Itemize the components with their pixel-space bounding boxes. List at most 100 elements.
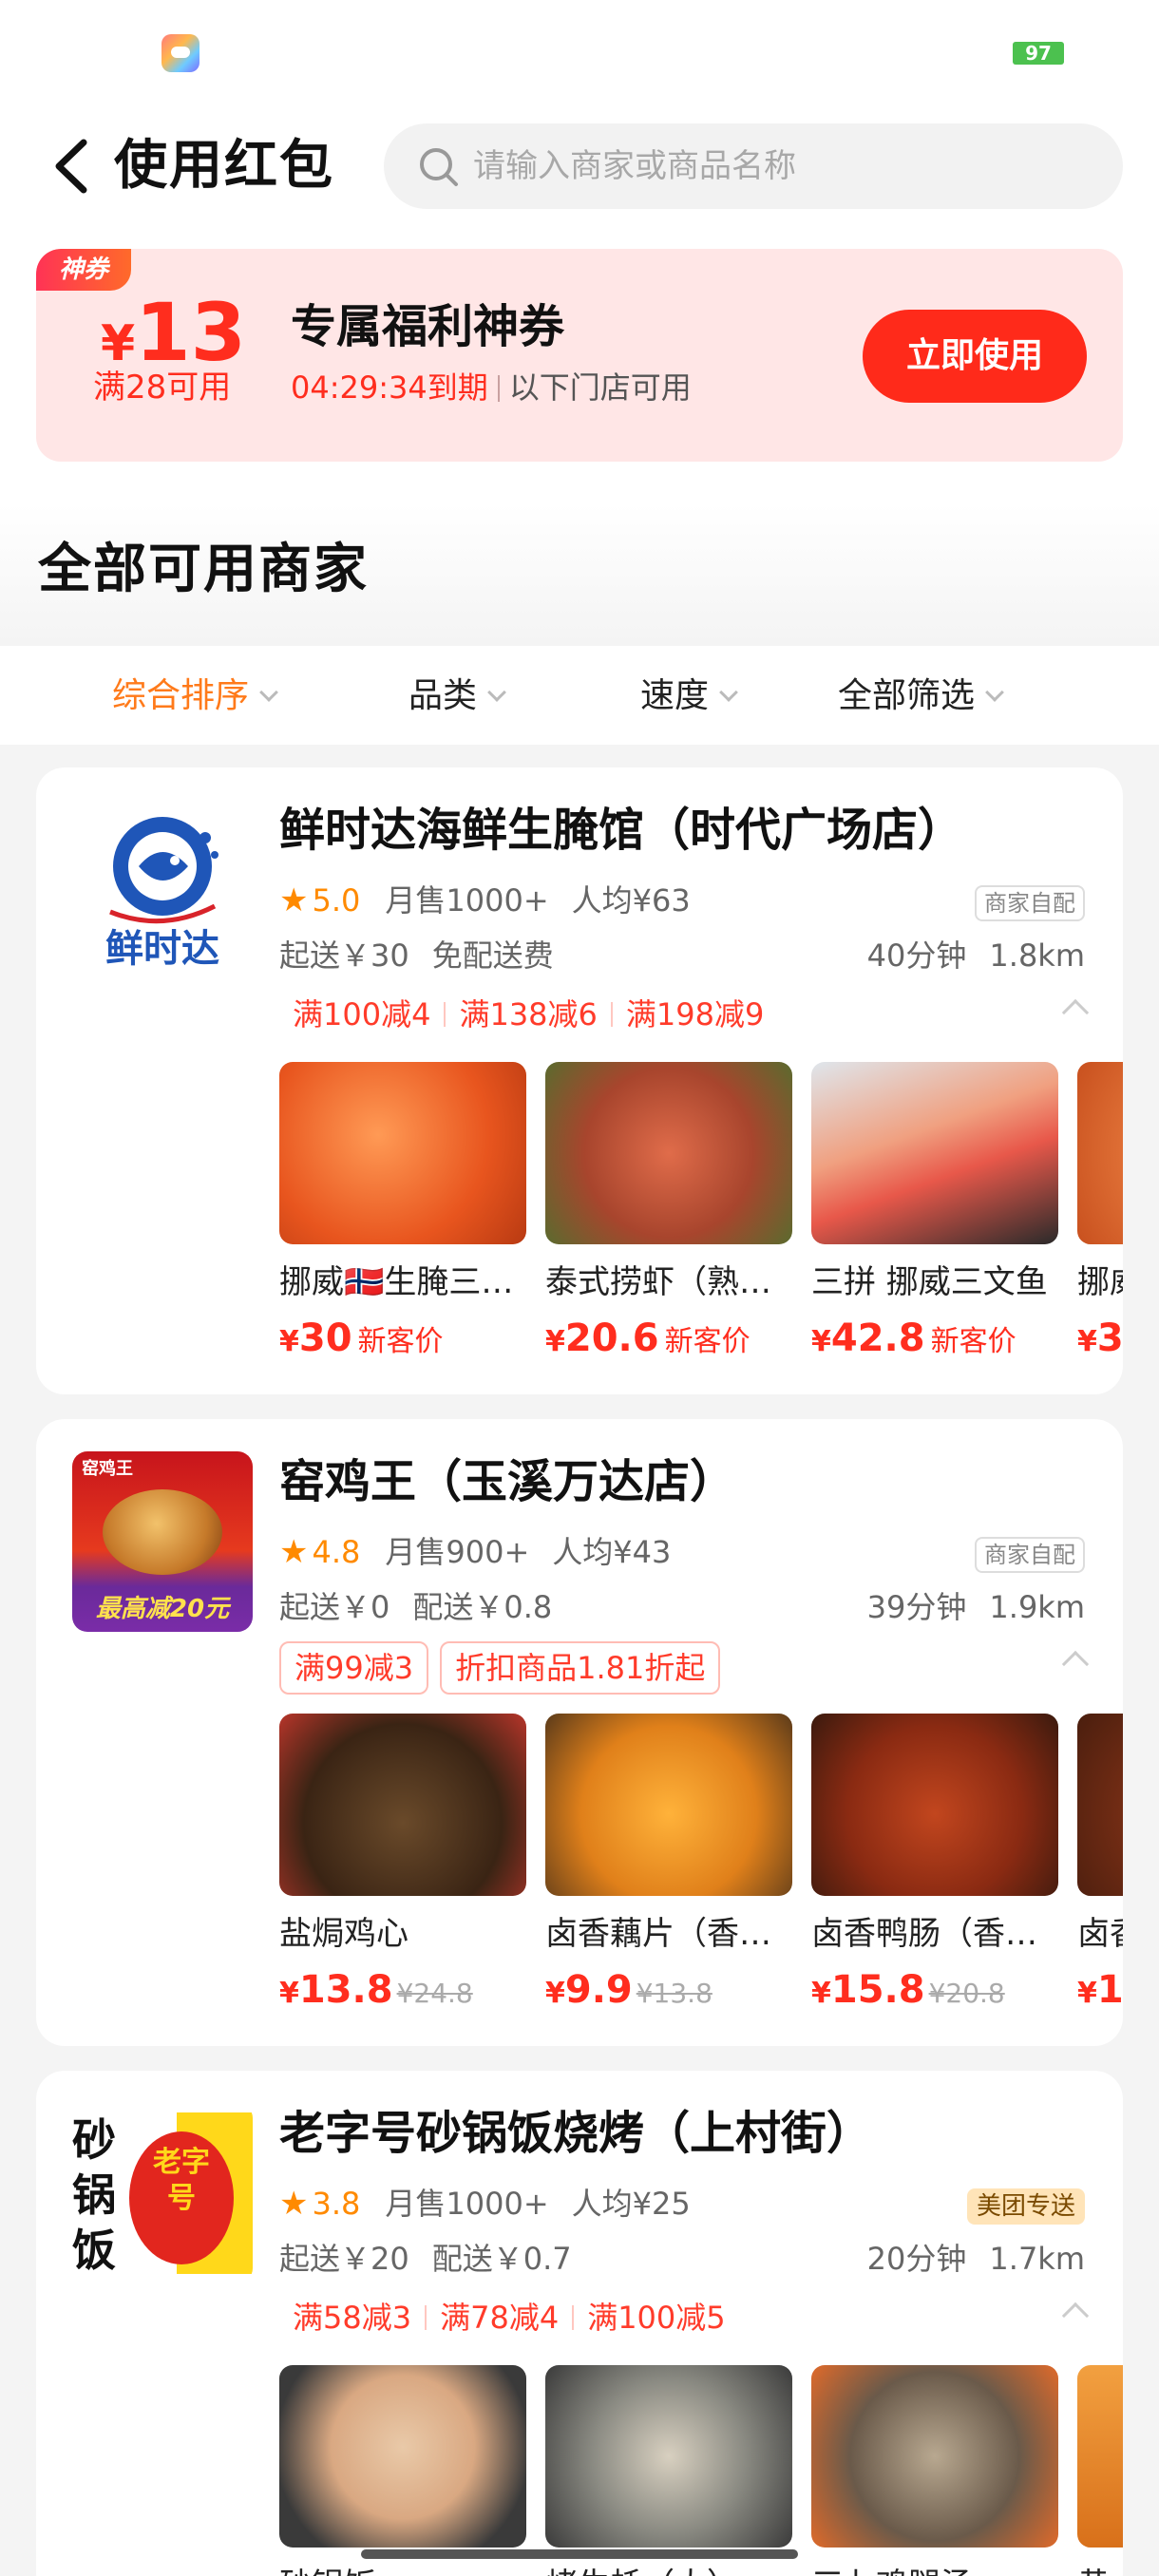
product-name: 烤生蚝（大） <box>545 2565 792 2576</box>
product-price: ¥1 <box>1077 1968 1123 2012</box>
coupon-value: 13 <box>135 286 247 379</box>
product-name: 三七鸡腿汤 <box>811 2565 1058 2576</box>
coupon-title: 专属福利神券 <box>291 300 565 353</box>
product-price: ¥3 <box>1077 1316 1123 1360</box>
battery-indicator: 97 <box>1013 42 1064 65</box>
distance: 1.8km <box>989 938 1085 974</box>
product-item[interactable]: 三拼 挪威三文鱼 ¥42.8 新客价 <box>811 1062 1058 1360</box>
original-price: ¥24.8 <box>396 1978 473 2009</box>
distance: 1.9km <box>989 1589 1085 1625</box>
delivery-info: 起送￥20 配送￥0.7 <box>279 2238 572 2280</box>
sort-label: 速度 <box>640 676 710 715</box>
monthly-sales: 月售1000+ <box>385 882 549 919</box>
merchant-name[interactable]: 鲜时达海鲜生腌馆（时代广场店） <box>279 800 963 861</box>
product-name: 卤香藕片（香辣） <box>545 1915 792 1953</box>
search-input[interactable]: 请输入商家或商品名称 <box>384 123 1123 209</box>
product-price: ¥20.6 新客价 <box>545 1316 792 1360</box>
sort-all-filters[interactable]: 全部筛选 <box>838 674 1004 718</box>
delivery-info: 起送￥0 配送￥0.8 <box>279 1586 552 1628</box>
product-name: 泰式捞虾（熟虾） <box>545 1263 792 1301</box>
sort-speed[interactable]: 速度 <box>640 674 738 718</box>
merchant-card[interactable]: 鲜时达 鲜时达海鲜生腌馆（时代广场店） ★ 5.0 月售1000+ 人均¥63 商家自… <box>36 767 1123 1394</box>
promo-tag: 满78减4 <box>440 2300 560 2336</box>
delivery-tag: 商家自配 <box>975 885 1085 921</box>
coupon-expire-time: 04:29:34到期 <box>291 369 488 406</box>
delivery-tag: 商家自配 <box>975 1537 1085 1573</box>
currency: ¥ <box>545 1325 565 1358</box>
promo-tag: 满100减4 <box>293 996 431 1032</box>
chevron-down-icon <box>985 683 1004 702</box>
merchant-card[interactable]: 窑鸡王 最高减20元 窑鸡王（玉溪万达店） ★ 4.8 月售900+ 人均¥43 商家… <box>36 1419 1123 2046</box>
product-image <box>545 1714 792 1896</box>
sort-filter-bar: 综合排序 品类 速度 全部筛选 <box>0 646 1159 745</box>
promo-list: 满99减3 折扣商品1.81折起 <box>279 1641 732 1695</box>
chevron-up-icon[interactable] <box>1061 998 1090 1027</box>
merchant-rating: 5.0 <box>312 882 361 919</box>
min-order: 起送￥0 <box>279 1589 390 1625</box>
min-order: 起送￥30 <box>279 938 409 974</box>
currency: ¥ <box>1077 1325 1097 1358</box>
back-arrow-icon[interactable] <box>46 135 103 198</box>
monthly-sales: 月售900+ <box>385 1534 530 1570</box>
section-title: 全部可用商家 <box>38 539 369 600</box>
merchant-name[interactable]: 老字号砂锅饭烧烤（上村街） <box>279 2103 872 2164</box>
product-item[interactable]: 盐焗鸡心 ¥13.8 ¥24.8 <box>279 1714 526 2012</box>
avg-price: 人均¥25 <box>571 2186 691 2222</box>
product-item[interactable]: 三七鸡腿汤 <box>811 2365 1058 2576</box>
sort-comprehensive[interactable]: 综合排序 <box>112 674 278 718</box>
promo-tag: 满58减3 <box>293 2300 412 2336</box>
product-item[interactable]: 挪威🇳🇴生腌三文鱼 ¥30 新客价 <box>279 1062 526 1360</box>
product-name: 三拼 挪威三文鱼 <box>811 1263 1048 1301</box>
price-value: 3 <box>1096 1316 1123 1360</box>
sort-label: 全部筛选 <box>838 676 976 715</box>
currency: ¥ <box>1077 1977 1097 2010</box>
product-price: ¥42.8 新客价 <box>811 1316 1058 1360</box>
price-tag: 新客价 <box>664 1325 750 1358</box>
merchant-name[interactable]: 窑鸡王（玉溪万达店） <box>279 1451 735 1512</box>
merchant-logo-text: 老字号 <box>153 2146 210 2215</box>
merchant-logo-text: 砂锅饭 <box>72 2114 116 2276</box>
price-value: 20.6 <box>564 1316 659 1360</box>
roast-chicken-image <box>103 1489 222 1575</box>
product-item[interactable]: 卤香鸭肠（香辣） ¥15.8 ¥20.8 <box>811 1714 1058 2012</box>
sort-label: 品类 <box>408 676 478 715</box>
distance: 1.7km <box>989 2241 1085 2277</box>
price-value: 1 <box>1096 1968 1123 2012</box>
star-icon: ★ <box>279 1533 309 1571</box>
currency: ¥ <box>811 1977 831 2010</box>
product-name: 卤香鸭肠（香辣） <box>811 1915 1058 1953</box>
sort-category[interactable]: 品类 <box>408 674 506 718</box>
product-image <box>279 1714 526 1896</box>
product-image <box>279 1062 526 1244</box>
product-name: 盐焗鸡心 <box>279 1915 408 1953</box>
merchant-stats: ★ 5.0 月售1000+ 人均¥63 <box>279 880 691 921</box>
product-item[interactable]: 挪威 ¥3 <box>1077 1062 1123 1360</box>
coupon-amount: ¥13 <box>101 285 246 380</box>
product-image <box>1077 1714 1123 1896</box>
product-item[interactable]: 烤生蚝（大） <box>545 2365 792 2576</box>
product-image <box>811 1714 1058 1896</box>
chevron-up-icon[interactable] <box>1061 2301 1090 2330</box>
currency: ¥ <box>811 1325 831 1358</box>
avg-price: 人均¥63 <box>571 882 691 919</box>
product-item[interactable]: 卤香 ¥1 <box>1077 1714 1123 2012</box>
chevron-down-icon <box>719 683 738 702</box>
merchant-card[interactable]: 砂锅饭 老字号 老字号砂锅饭烧烤（上村街） ★ 3.8 月售1000+ 人均¥25 美… <box>36 2071 1123 2576</box>
use-coupon-button[interactable]: 立即使用 <box>863 310 1087 403</box>
product-item[interactable]: 泰式捞虾（熟虾） ¥20.6 新客价 <box>545 1062 792 1360</box>
product-item[interactable]: 砂锅饭 <box>279 2365 526 2576</box>
divider <box>497 375 500 402</box>
price-value: 13.8 <box>298 1968 393 2012</box>
chevron-down-icon <box>487 683 506 702</box>
product-carousel: 盐焗鸡心 ¥13.8 ¥24.8 卤香藕片（香辣） ¥9.9 ¥13.8 卤香鸭肠（… <box>279 1714 1123 2017</box>
promo-tag: 折扣商品1.81折起 <box>440 1641 721 1695</box>
product-item[interactable]: 黄 <box>1077 2365 1123 2576</box>
chevron-up-icon[interactable] <box>1061 1650 1090 1678</box>
promo-tag: 满198减9 <box>625 996 765 1032</box>
game-app-icon <box>162 34 200 72</box>
product-name: 挪威🇳🇴生腌三文鱼 <box>279 1263 526 1301</box>
product-item[interactable]: 卤香藕片（香辣） ¥9.9 ¥13.8 <box>545 1714 792 2012</box>
merchant-logo: 鲜时达 <box>72 800 253 980</box>
home-indicator[interactable] <box>361 2549 798 2559</box>
star-icon: ★ <box>279 881 309 919</box>
